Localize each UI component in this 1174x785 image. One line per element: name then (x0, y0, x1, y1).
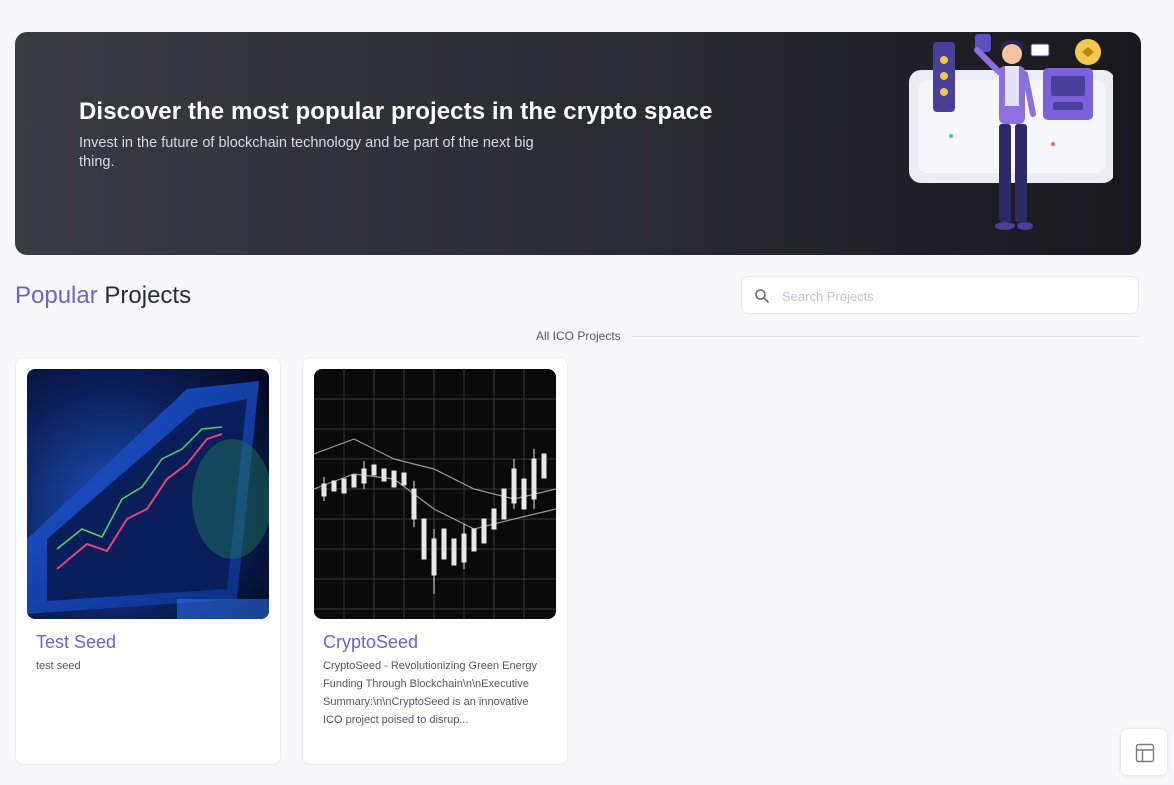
project-description: CryptoSeed - Revolutionizing Green Energ… (323, 660, 538, 726)
project-card[interactable]: Test Seed test seed (15, 357, 281, 765)
hero-title: Discover the most popular projects in th… (79, 98, 713, 125)
divider-label: All ICO Projects (536, 329, 621, 343)
section-title-accent: Popular (15, 282, 98, 309)
project-card[interactable]: CryptoSeed CryptoSeed - Revolutionizing … (302, 357, 568, 765)
search-box[interactable] (741, 276, 1139, 315)
divider-line (632, 336, 1140, 337)
layout-icon (1135, 743, 1155, 763)
search-input[interactable] (780, 277, 1134, 315)
search-icon (755, 289, 769, 303)
layout-toggle-button[interactable] (1120, 728, 1168, 776)
project-image (314, 369, 556, 619)
section-title: Popular Projects (15, 282, 191, 310)
project-name[interactable]: CryptoSeed (323, 632, 418, 653)
hero-banner: Discover the most popular projects in th… (15, 32, 1141, 255)
project-image (27, 369, 269, 619)
project-name[interactable]: Test Seed (36, 632, 116, 653)
section-title-rest: Projects (97, 282, 192, 309)
hero-subtitle: Invest in the future of blockchain techn… (79, 135, 534, 170)
crypto-investor-illustration (909, 34, 1113, 230)
project-description: test seed (36, 660, 81, 672)
